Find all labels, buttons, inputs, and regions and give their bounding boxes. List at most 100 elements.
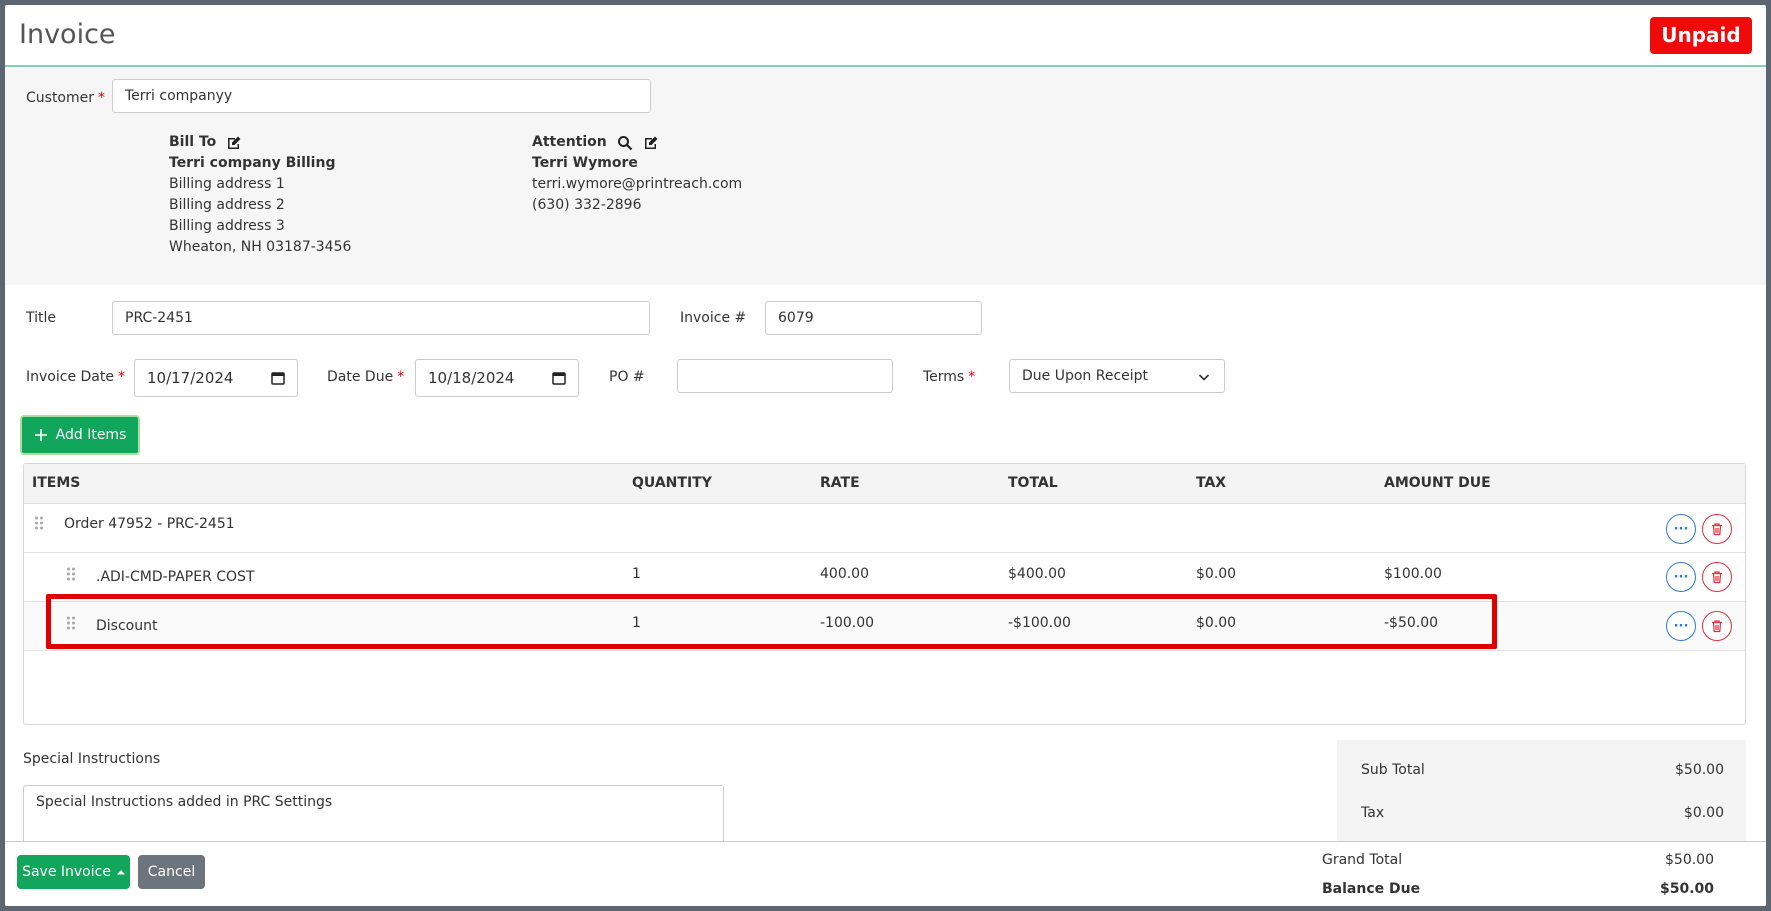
more-button[interactable]: ··· xyxy=(1666,514,1696,544)
terms-label: Terms * xyxy=(923,369,975,385)
more-icon: ··· xyxy=(1673,521,1689,537)
totals-panel: Sub Total $50.00 Tax $0.00 xyxy=(1337,740,1746,850)
edit-icon[interactable] xyxy=(226,135,242,151)
caret-up-icon xyxy=(116,870,125,875)
special-instructions-input[interactable]: Special Instructions added in PRC Settin… xyxy=(23,785,724,845)
customer-label: Customer * xyxy=(26,90,105,106)
po-input[interactable] xyxy=(677,359,893,393)
cancel-button[interactable]: Cancel xyxy=(138,855,205,889)
column-header: TAX xyxy=(1196,475,1227,491)
item-name: Order 47952 - PRC-2451 xyxy=(64,516,235,532)
table-row: Discount 1 -100.00 -$100.00 $0.00 -$50.0… xyxy=(24,602,1745,651)
modal-header: Invoice Unpaid xyxy=(5,5,1766,67)
table-header: ITEMS QUANTITY RATE TOTAL TAX AMOUNT DUE xyxy=(24,464,1745,504)
table-row: Order 47952 - PRC-2451 ··· xyxy=(24,504,1745,553)
modal-footer: Save Invoice Cancel Grand Total $50.00 B… xyxy=(5,841,1766,906)
edit-icon[interactable] xyxy=(643,135,659,151)
column-header: TOTAL xyxy=(1008,475,1058,491)
item-quantity: 1 xyxy=(632,566,641,582)
item-tax: $0.00 xyxy=(1196,566,1237,582)
balance-due-label: Balance Due xyxy=(1322,881,1421,897)
attention-email: terri.wymore@printreach.com xyxy=(532,176,743,192)
column-header: ITEMS xyxy=(32,475,81,491)
plus-icon xyxy=(34,429,47,441)
search-icon[interactable] xyxy=(617,135,633,151)
sub-total-label: Sub Total xyxy=(1361,762,1425,778)
trash-icon xyxy=(1712,571,1722,584)
date-due-value: 10/18/2024 xyxy=(428,369,515,387)
trash-icon xyxy=(1712,620,1722,633)
save-invoice-button[interactable]: Save Invoice xyxy=(17,855,130,889)
required-marker: * xyxy=(397,369,405,385)
drag-handle-icon[interactable] xyxy=(34,515,44,531)
item-quantity: 1 xyxy=(632,615,641,631)
items-table: ITEMS QUANTITY RATE TOTAL TAX AMOUNT DUE… xyxy=(23,463,1746,725)
invoice-date-label-text: Invoice Date xyxy=(26,369,114,385)
trash-icon xyxy=(1712,523,1722,536)
title-input[interactable]: PRC-2451 xyxy=(112,301,650,335)
table-row: .ADI-CMD-PAPER COST 1 400.00 $400.00 $0.… xyxy=(24,553,1745,602)
special-instructions-label: Special Instructions xyxy=(23,751,161,767)
invoice-number-input[interactable]: 6079 xyxy=(765,301,982,335)
terms-label-text: Terms xyxy=(923,369,965,385)
more-button[interactable]: ··· xyxy=(1666,611,1696,641)
page-title: Invoice xyxy=(19,19,116,50)
invoice-date-label: Invoice Date * xyxy=(26,369,125,385)
bill-to-heading: Bill To xyxy=(169,134,217,150)
sub-total-value: $50.00 xyxy=(1675,762,1724,778)
invoice-number-label: Invoice # xyxy=(680,310,747,326)
attention-name: Terri Wymore xyxy=(532,155,638,171)
bill-to-line: Billing address 2 xyxy=(169,197,285,213)
customer-label-text: Customer xyxy=(26,90,95,106)
drag-handle-icon[interactable] xyxy=(66,615,76,631)
date-due-input[interactable]: 10/18/2024 xyxy=(415,359,579,397)
save-invoice-label: Save Invoice xyxy=(22,864,111,880)
more-icon: ··· xyxy=(1673,569,1689,585)
attention-phone: (630) 332-2896 xyxy=(532,197,642,213)
more-icon: ··· xyxy=(1673,618,1689,634)
date-due-label: Date Due * xyxy=(327,369,404,385)
grand-total-value: $50.00 xyxy=(1665,852,1714,868)
tax-label: Tax xyxy=(1361,805,1385,821)
add-items-button[interactable]: Add Items xyxy=(20,415,140,455)
bill-to-line: Billing address 3 xyxy=(169,218,285,234)
bill-to-line: Billing address 1 xyxy=(169,176,285,192)
calendar-icon[interactable] xyxy=(552,371,566,385)
title-label: Title xyxy=(26,310,57,326)
attention-block: Attention Terri Wymore terri.wymore@prin… xyxy=(532,132,742,216)
item-name: Discount xyxy=(96,618,158,634)
drag-handle-icon[interactable] xyxy=(66,566,76,582)
column-header: RATE xyxy=(820,475,860,491)
column-header: AMOUNT DUE xyxy=(1384,475,1491,491)
customer-section: Customer * Terri companyy Bill To Terri c… xyxy=(5,67,1766,285)
bill-to-line: Wheaton, NH 03187-3456 xyxy=(169,239,352,255)
chevron-down-icon xyxy=(1198,374,1210,381)
customer-input[interactable]: Terri companyy xyxy=(112,79,651,113)
more-button[interactable]: ··· xyxy=(1666,562,1696,592)
grand-total-label: Grand Total xyxy=(1322,852,1403,868)
date-due-label-text: Date Due xyxy=(327,369,394,385)
invoice-date-input[interactable]: 10/17/2024 xyxy=(134,359,298,397)
required-marker: * xyxy=(117,369,125,385)
item-rate: -100.00 xyxy=(820,615,875,631)
delete-button[interactable] xyxy=(1702,562,1732,592)
terms-value: Due Upon Receipt xyxy=(1022,368,1149,384)
item-rate: 400.00 xyxy=(820,566,869,582)
terms-select[interactable]: Due Upon Receipt xyxy=(1009,359,1225,393)
calendar-icon[interactable] xyxy=(271,371,285,385)
delete-button[interactable] xyxy=(1702,514,1732,544)
item-total: $400.00 xyxy=(1008,566,1066,582)
item-name: .ADI-CMD-PAPER COST xyxy=(96,569,255,585)
add-items-label: Add Items xyxy=(55,427,127,443)
status-badge: Unpaid xyxy=(1650,17,1752,54)
invoice-date-value: 10/17/2024 xyxy=(147,369,234,387)
item-total: -$100.00 xyxy=(1008,615,1071,631)
bill-to-block: Bill To Terri company Billing Billing ad… xyxy=(169,132,351,258)
required-marker: * xyxy=(98,90,106,106)
required-marker: * xyxy=(968,369,976,385)
item-amount-due: -$50.00 xyxy=(1384,615,1439,631)
item-tax: $0.00 xyxy=(1196,615,1237,631)
delete-button[interactable] xyxy=(1702,611,1732,641)
bill-to-name: Terri company Billing xyxy=(169,155,336,171)
column-header: QUANTITY xyxy=(632,475,712,491)
